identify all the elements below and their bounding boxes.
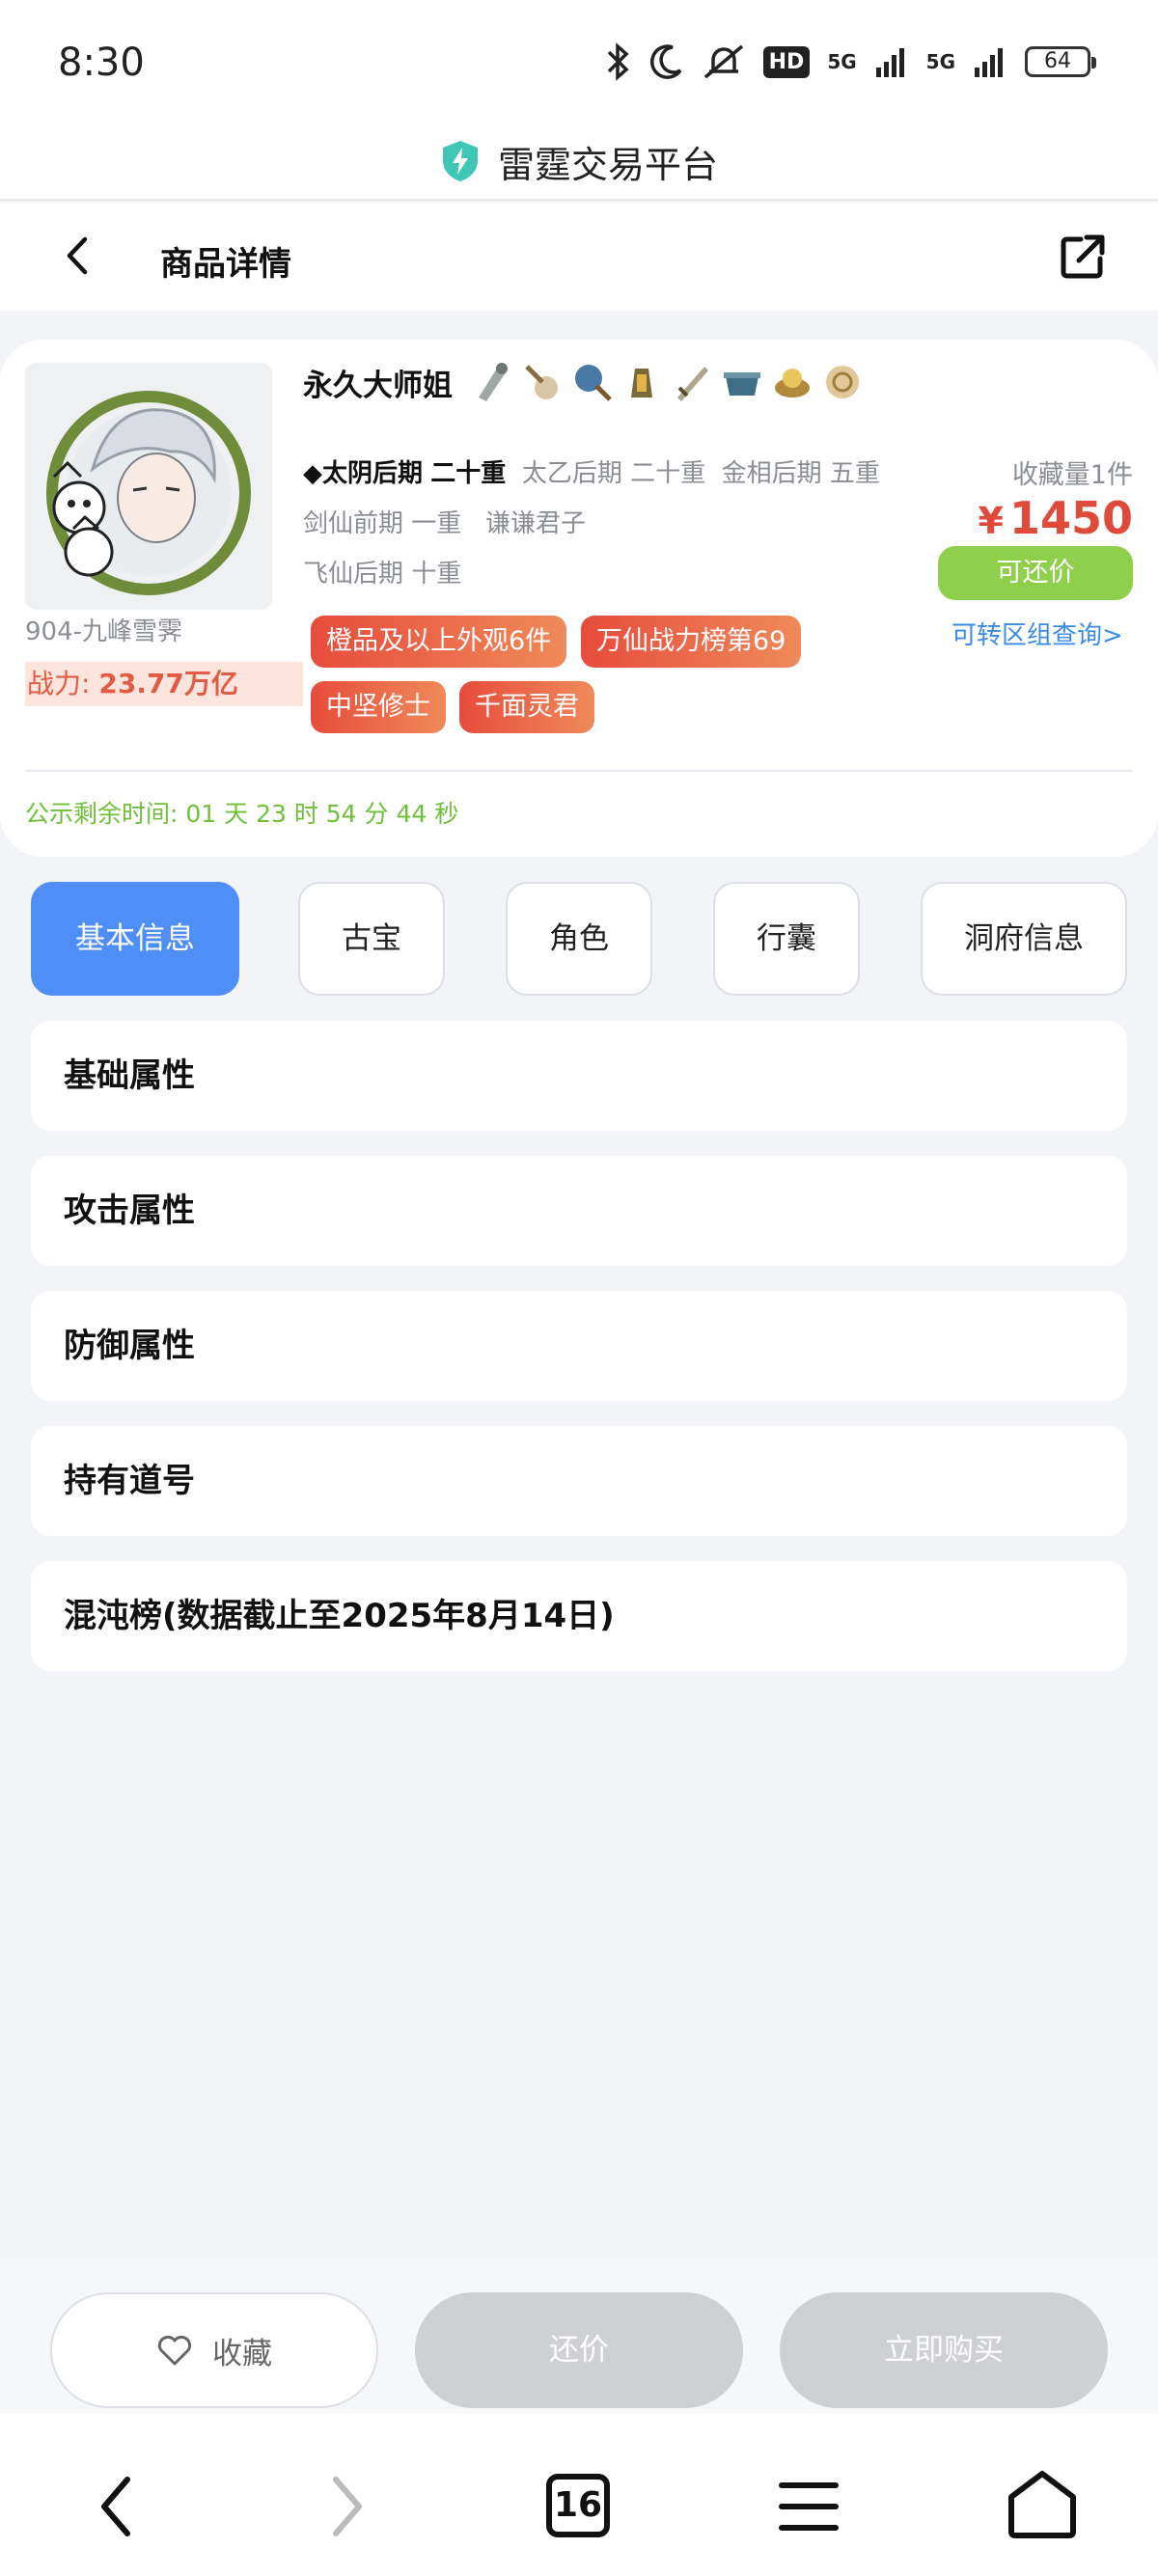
browser-back-icon[interactable]: [96, 2476, 135, 2537]
tag-item: 橙品及以上外观6件: [311, 616, 567, 668]
status-time: 8:30: [58, 41, 145, 85]
power-value: 23.77万亿: [98, 668, 238, 699]
browser-forward-icon[interactable]: [328, 2476, 367, 2537]
divider: [25, 770, 1133, 772]
section-attack-attributes[interactable]: 攻击属性: [31, 1156, 1127, 1266]
hd-badge: HD: [762, 45, 811, 78]
moon-icon: [649, 44, 682, 79]
favorite-button[interactable]: 收藏: [50, 2292, 378, 2408]
status-icons: HD 5G 5G 64: [603, 42, 1096, 81]
heart-icon: [157, 2335, 192, 2366]
favorite-count: 收藏量1件: [1011, 460, 1133, 490]
stat-realm-2: 太乙后期 二十重: [521, 459, 706, 488]
coin-artifact-icon: [820, 359, 865, 403]
signal-icon: [975, 48, 1003, 77]
stat-realm-3: 金相后期 五重: [721, 459, 880, 488]
back-arrow-icon[interactable]: [54, 232, 102, 280]
tab-count-button[interactable]: 16: [546, 2474, 610, 2537]
site-title: 雷霆交易平台: [497, 143, 718, 186]
shield-bolt-icon: [442, 141, 478, 181]
stats-line-1: ◆太阴后期 二十重 太乙后期 二十重 金相后期 五重: [303, 453, 880, 489]
page-title: 商品详情: [160, 245, 291, 284]
menu-icon[interactable]: [778, 2480, 840, 2534]
site-header: 雷霆交易平台: [0, 123, 1158, 201]
price: ¥1450: [979, 492, 1133, 544]
bottom-action-bar: 收藏 还价 立即购买: [0, 2258, 1158, 2414]
favorite-label: 收藏: [212, 2336, 272, 2371]
equipment-icons: [469, 359, 865, 403]
tab-cave-info[interactable]: 洞府信息: [921, 882, 1127, 996]
share-icon[interactable]: [1058, 232, 1108, 282]
tab-characters[interactable]: 角色: [506, 882, 652, 996]
combat-power: 战力: 23.77万亿: [25, 662, 303, 706]
status-bar: 8:30 HD 5G 5G 64: [0, 0, 1158, 123]
lantern-artifact-icon: [620, 359, 664, 403]
section-chaos-ranking[interactable]: 混沌榜(数据截止至2025年8月14日): [31, 1561, 1127, 1671]
sword-artifact-icon: [670, 359, 714, 403]
price-currency: ¥: [978, 500, 1004, 542]
transfer-query-link[interactable]: 可转区组查询>: [951, 616, 1123, 651]
bell-artifact-icon: [469, 359, 513, 403]
stats-line-3: 飞仙后期 十重: [303, 560, 462, 589]
mute-bell-icon: [703, 44, 743, 79]
server-name: 904-九峰雪霁: [25, 617, 183, 646]
stat-realm-1-label: ◆太阴后期: [303, 459, 423, 488]
section-titles[interactable]: 持有道号: [31, 1426, 1127, 1536]
cauldron-artifact-icon: [720, 359, 764, 403]
bluetooth-icon: [607, 42, 629, 81]
character-avatar[interactable]: [25, 363, 272, 610]
avatar-image: [46, 391, 251, 595]
signal-icon: [875, 48, 904, 77]
tab-bar: 基本信息 古宝 角色 行囊 洞府信息: [31, 882, 1127, 996]
price-value: 1450: [1008, 492, 1133, 544]
power-label: 战力:: [27, 668, 99, 699]
gourd-artifact-icon: [519, 359, 564, 403]
bargain-badge: 可还价: [938, 546, 1133, 600]
nav-bar: 商品详情: [0, 203, 1158, 311]
section-defense-attributes[interactable]: 防御属性: [31, 1291, 1127, 1401]
network-5g-1: 5G: [827, 50, 857, 73]
publicity-countdown: 公示剩余时间: 01 天 23 时 54 分 44 秒: [25, 800, 459, 828]
bargain-button[interactable]: 还价: [415, 2292, 743, 2408]
product-card: 904-九峰雪霁 战力: 23.77万亿 永久大师姐 ◆太阴后期 二十重 太乙后…: [0, 340, 1158, 857]
buy-now-button[interactable]: 立即购买: [780, 2292, 1108, 2408]
stats-line-2: 剑仙前期 一重 谦谦君子: [303, 509, 587, 538]
network-5g-2: 5G: [925, 50, 955, 73]
stat-realm-1-value: 二十重: [430, 459, 507, 488]
tag-item: 万仙战力榜第69: [581, 616, 802, 668]
section-basic-attributes[interactable]: 基础属性: [31, 1021, 1127, 1131]
system-nav-bar: 16: [0, 2414, 1158, 2576]
tag-item: 千面灵君: [459, 681, 594, 733]
tab-basic-info[interactable]: 基本信息: [31, 882, 239, 996]
tab-treasures[interactable]: 古宝: [298, 882, 445, 996]
orb-artifact-icon: [770, 359, 814, 403]
product-name: 永久大师姐: [303, 369, 453, 403]
battery-indicator: 64: [1025, 46, 1096, 77]
tag-item: 中坚修士: [311, 681, 446, 733]
home-icon[interactable]: [1006, 2468, 1079, 2541]
tab-inventory[interactable]: 行囊: [713, 882, 860, 996]
fan-artifact-icon: [569, 359, 614, 403]
